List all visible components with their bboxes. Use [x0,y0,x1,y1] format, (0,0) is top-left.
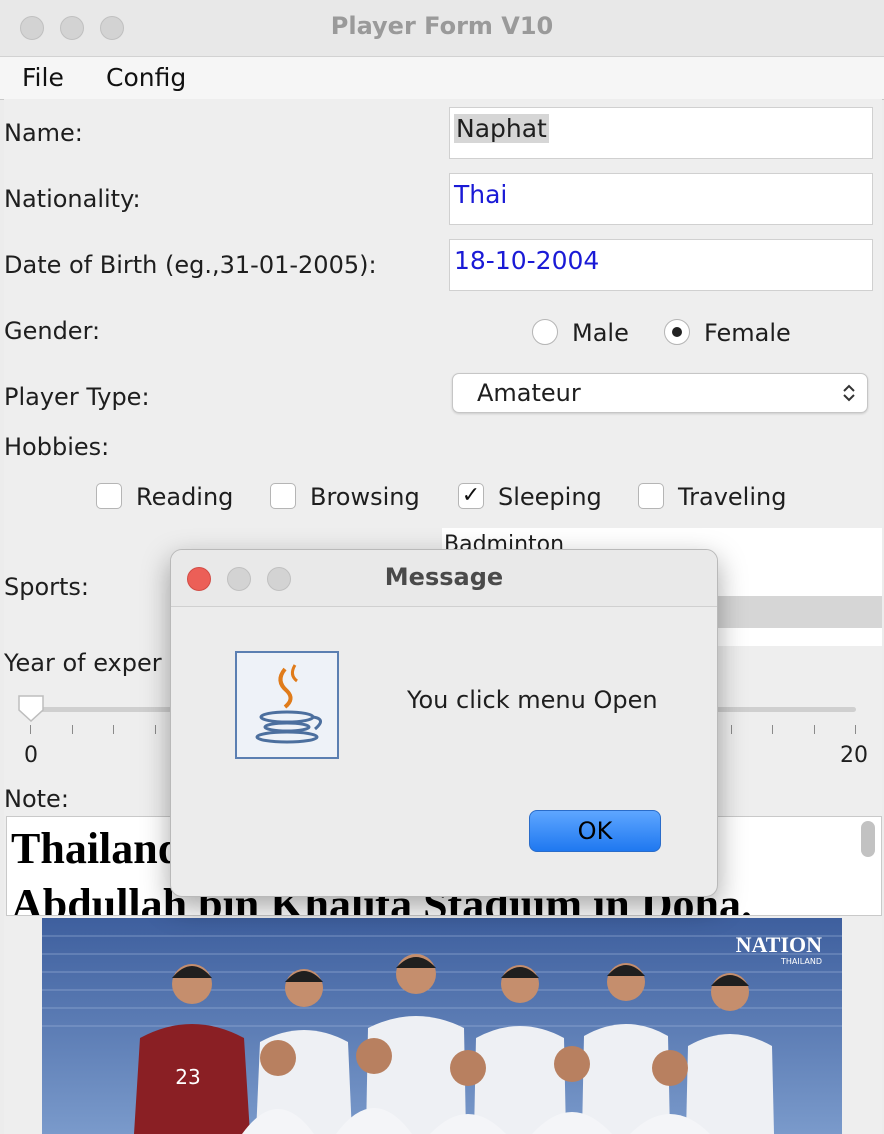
slider-max-label: 20 [840,743,868,768]
team-photo: 23 NATION THAILAND [42,918,842,1134]
hobby-traveling-label[interactable]: Traveling [678,483,786,511]
name-field[interactable]: Naphat [449,107,873,159]
gender-female-label[interactable]: Female [704,319,791,347]
nation-watermark: NATION [736,932,822,957]
hobby-sleeping-label[interactable]: Sleeping [498,483,602,511]
gender-male-label[interactable]: Male [572,319,629,347]
note-label: Note: [4,785,69,813]
gender-label: Gender: [4,317,101,345]
dialog-titlebar: Message [171,550,717,607]
jersey-number: 23 [175,1065,200,1089]
gender-female-radio[interactable] [664,319,690,345]
nationality-field[interactable]: Thai [449,173,873,225]
menu-config[interactable]: Config [106,63,186,92]
dob-field[interactable]: 18-10-2004 [449,239,873,291]
slider-min-label: 0 [24,743,38,768]
slider-tick [772,725,773,734]
hobby-browsing-checkbox[interactable] [270,483,296,509]
note-scrollbar[interactable] [861,821,875,857]
slider-tick [855,725,856,734]
window-title: Player Form V10 [330,12,554,40]
hobby-sleeping-checkbox[interactable]: ✓ [458,483,484,509]
hobby-browsing-label[interactable]: Browsing [310,483,420,511]
dialog-title: Message [384,563,504,591]
player-type-select[interactable]: Amateur [452,373,868,413]
slider-tick [30,725,31,734]
experience-slider-thumb[interactable] [16,693,46,723]
gender-male-radio[interactable] [532,319,558,345]
chevron-updown-icon [843,384,855,402]
nationality-label: Nationality: [4,185,141,213]
nation-watermark-sub: THAILAND [780,957,822,966]
player-type-value: Amateur [477,379,581,407]
name-label: Name: [4,119,83,147]
ok-button[interactable]: OK [529,810,661,852]
sports-label: Sports: [4,573,90,601]
hobby-reading-label[interactable]: Reading [136,483,233,511]
window-titlebar: Player Form V10 [0,0,884,57]
slider-tick [113,725,114,734]
hobby-reading-checkbox[interactable] [96,483,122,509]
hobbies-label: Hobbies: [4,433,110,461]
slider-tick [814,725,815,734]
hobby-traveling-checkbox[interactable] [638,483,664,509]
experience-label: Year of exper [4,649,162,677]
slider-tick [731,725,732,734]
message-dialog: Message You click menu Open OK [170,549,718,897]
slider-tick [155,725,156,734]
java-coffee-cup-icon [235,651,339,759]
dialog-message: You click menu Open [407,686,658,714]
slider-tick [72,725,73,734]
menu-file[interactable]: File [22,63,64,92]
player-type-label: Player Type: [4,383,150,411]
name-value: Naphat [454,114,549,143]
dob-label: Date of Birth (eg.,31-01-2005): [4,251,377,279]
menu-bar: File Config [0,57,884,100]
